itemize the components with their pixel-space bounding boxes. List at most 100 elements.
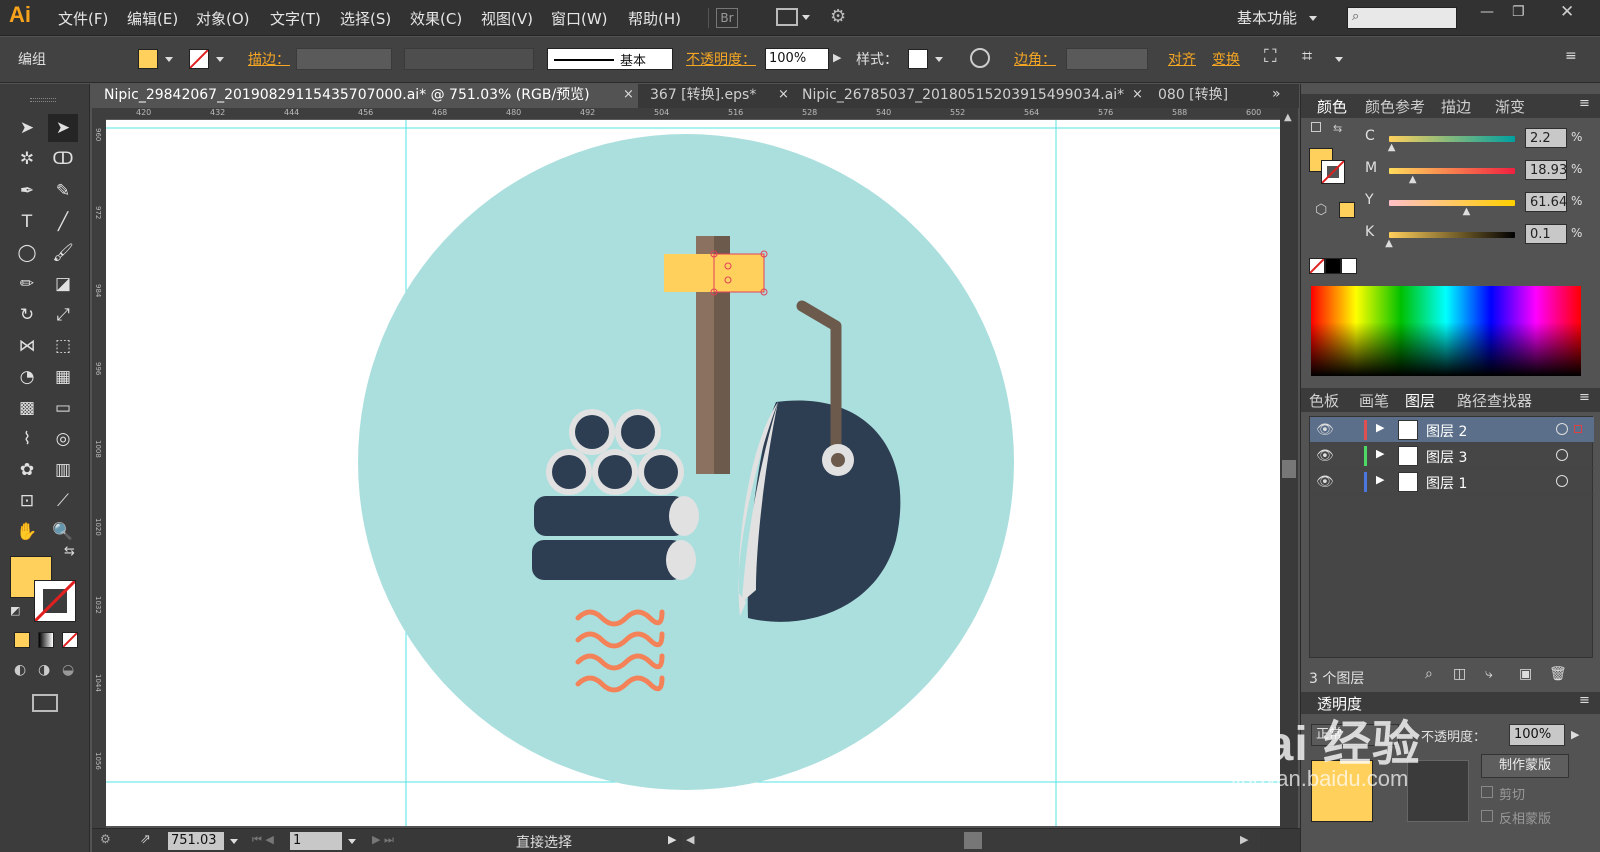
eyedropper-tool-icon[interactable]: ⌇ bbox=[12, 425, 42, 453]
screen-mode-icon[interactable] bbox=[32, 694, 58, 712]
clip-checkbox[interactable] bbox=[1481, 786, 1493, 798]
stroke-color-box[interactable] bbox=[33, 579, 77, 623]
visibility-eye-icon[interactable]: 👁 bbox=[1316, 474, 1334, 490]
channel-input-k[interactable]: 0.1 bbox=[1525, 224, 1567, 244]
menu-edit[interactable]: 编辑(E) bbox=[127, 8, 178, 29]
direct-selection-tool-icon[interactable]: ➤ bbox=[48, 114, 78, 142]
menu-file[interactable]: 文件(F) bbox=[58, 8, 108, 29]
color-mode-button[interactable] bbox=[14, 632, 30, 648]
target-circle-icon[interactable] bbox=[1556, 449, 1568, 461]
align-link[interactable]: 对齐 bbox=[1168, 49, 1196, 69]
tab-swatches[interactable]: 色板 bbox=[1309, 390, 1339, 411]
next-artboard-icon[interactable]: ▶ ⏭ bbox=[372, 833, 394, 847]
menu-select[interactable]: 选择(S) bbox=[340, 8, 391, 29]
layer-row-3[interactable]: 👁 ▶ 图层 3 bbox=[1310, 443, 1594, 469]
tab-document-1[interactable]: Nipic_29842067_20190829115435707000.ai* … bbox=[92, 84, 638, 108]
scroll-left-icon[interactable]: ◀ bbox=[686, 833, 694, 846]
zoom-tool-icon[interactable]: 🔍 bbox=[48, 518, 78, 546]
channel-input-c[interactable]: 2.2 bbox=[1525, 128, 1567, 148]
search-input[interactable]: ⌕ bbox=[1347, 7, 1457, 29]
scroll-thumb[interactable] bbox=[1282, 460, 1296, 478]
default-colors-icon[interactable]: ◩ bbox=[10, 604, 20, 617]
eraser-tool-icon[interactable]: ◪ bbox=[48, 270, 78, 298]
swap-fill-stroke-icon[interactable]: ⇆ bbox=[1333, 122, 1342, 135]
settings-icon[interactable]: ⚙ bbox=[100, 832, 111, 846]
layer-name[interactable]: 图层 3 bbox=[1426, 447, 1467, 467]
fill-swatch[interactable] bbox=[138, 49, 158, 69]
slider-thumb-c[interactable]: ▲ bbox=[1388, 142, 1396, 153]
out-of-gamut-cube-icon[interactable]: ⬡ bbox=[1315, 202, 1327, 218]
new-layer-icon[interactable]: ▣ bbox=[1519, 666, 1532, 682]
panel-menu-icon[interactable]: ≡ bbox=[1579, 390, 1590, 405]
status-menu-arrow-icon[interactable]: ▶ bbox=[668, 833, 676, 846]
default-fill-stroke-icon[interactable] bbox=[1311, 122, 1321, 132]
color-spectrum[interactable] bbox=[1311, 286, 1581, 376]
slider-y[interactable] bbox=[1389, 200, 1515, 206]
blend-tool-icon[interactable]: ◎ bbox=[48, 425, 78, 453]
restore-icon[interactable]: ❐ bbox=[1512, 4, 1525, 20]
stroke-swatch[interactable] bbox=[189, 49, 209, 69]
white-swatch[interactable] bbox=[1341, 258, 1357, 274]
panel-menu-icon[interactable]: ≡ bbox=[1579, 693, 1590, 708]
curvature-tool-icon[interactable]: ✎ bbox=[48, 177, 78, 205]
expand-arrow-icon[interactable]: ▶ bbox=[1376, 447, 1384, 460]
opacity-slider-arrow-icon[interactable]: ▶ bbox=[833, 51, 841, 64]
stroke-link[interactable]: 描边： bbox=[248, 49, 290, 69]
tab-gradient[interactable]: 渐变 bbox=[1495, 96, 1525, 117]
tab-color[interactable]: 颜色 bbox=[1317, 96, 1347, 117]
gamut-color-swatch[interactable] bbox=[1339, 202, 1355, 218]
tab-pathfinder[interactable]: 路径查找器 bbox=[1457, 390, 1532, 411]
draw-behind-icon[interactable]: ◑ bbox=[38, 662, 50, 678]
horizontal-scrollbar[interactable]: ◀ ▶ bbox=[682, 829, 1260, 852]
slider-thumb-m[interactable]: ▲ bbox=[1409, 174, 1417, 185]
none-mode-button[interactable] bbox=[62, 632, 78, 648]
paintbrush-tool-icon[interactable]: 🖌 bbox=[48, 239, 78, 267]
background-circle[interactable] bbox=[358, 134, 1014, 790]
gpu-performance-icon[interactable]: ⚙ bbox=[830, 6, 846, 27]
draw-inside-icon[interactable]: ◒ bbox=[62, 662, 74, 678]
stroke-weight-field[interactable] bbox=[296, 48, 392, 70]
menu-effect[interactable]: 效果(C) bbox=[410, 8, 462, 29]
menu-window[interactable]: 窗口(W) bbox=[551, 8, 608, 29]
type-tool-icon[interactable]: T bbox=[12, 208, 42, 236]
menu-type[interactable]: 文字(T) bbox=[270, 8, 321, 29]
scroll-thumb[interactable] bbox=[964, 832, 982, 849]
panel-menu-icon[interactable]: ≡ bbox=[1565, 48, 1577, 64]
corner-link[interactable]: 边角： bbox=[1014, 49, 1056, 69]
menu-object[interactable]: 对象(O) bbox=[196, 8, 250, 29]
chevron-down-icon[interactable] bbox=[216, 57, 224, 62]
slider-thumb-k[interactable]: ▲ bbox=[1385, 238, 1393, 249]
hand-tool-icon[interactable]: ✋ bbox=[12, 518, 42, 546]
slider-thumb-y[interactable]: ▲ bbox=[1463, 206, 1471, 217]
minimize-icon[interactable]: — bbox=[1480, 4, 1494, 20]
opacity-link[interactable]: 不透明度： bbox=[686, 49, 756, 69]
chevron-down-icon[interactable] bbox=[935, 57, 943, 62]
first-artboard-icon[interactable]: ⏮ ◀ bbox=[252, 833, 274, 847]
tab-document-4[interactable]: 080 [转换] bbox=[1146, 84, 1266, 108]
brush-definition-select[interactable]: 基本 bbox=[547, 48, 673, 70]
free-transform-tool-icon[interactable]: ⬚ bbox=[48, 332, 78, 360]
scroll-up-icon[interactable]: ▲ bbox=[1284, 112, 1292, 123]
menu-view[interactable]: 视图(V) bbox=[481, 8, 533, 29]
artboard-tool-icon[interactable]: ⊡ bbox=[12, 487, 42, 515]
expand-arrow-icon[interactable]: ▶ bbox=[1376, 421, 1384, 434]
delete-layer-icon[interactable]: 🗑 bbox=[1549, 666, 1567, 682]
target-circle-icon[interactable] bbox=[1556, 423, 1568, 435]
chevron-down-icon[interactable] bbox=[230, 839, 238, 844]
chevron-down-icon[interactable] bbox=[1335, 57, 1343, 62]
panel-menu-icon[interactable]: ≡ bbox=[1579, 96, 1590, 111]
corner-radius-field[interactable] bbox=[1066, 48, 1148, 70]
magic-wand-tool-icon[interactable]: ✲ bbox=[12, 145, 42, 173]
zoom-input[interactable]: 751.03 bbox=[168, 832, 224, 850]
layer-name[interactable]: 图层 1 bbox=[1426, 473, 1467, 493]
draw-normal-icon[interactable]: ◐ bbox=[14, 662, 26, 678]
artboard-number-input[interactable]: 1 bbox=[290, 832, 342, 850]
variable-width-profile[interactable] bbox=[404, 48, 534, 70]
swap-fill-stroke-icon[interactable]: ⇆ bbox=[64, 544, 75, 559]
column-graph-tool-icon[interactable]: ▥ bbox=[48, 456, 78, 484]
more-tabs-icon[interactable]: » bbox=[1272, 86, 1281, 102]
artboard-canvas[interactable] bbox=[106, 120, 1280, 826]
bridge-button[interactable]: Br bbox=[716, 8, 738, 28]
graphic-style-swatch[interactable] bbox=[908, 49, 928, 69]
make-mask-button[interactable]: 制作蒙版 bbox=[1481, 754, 1569, 778]
